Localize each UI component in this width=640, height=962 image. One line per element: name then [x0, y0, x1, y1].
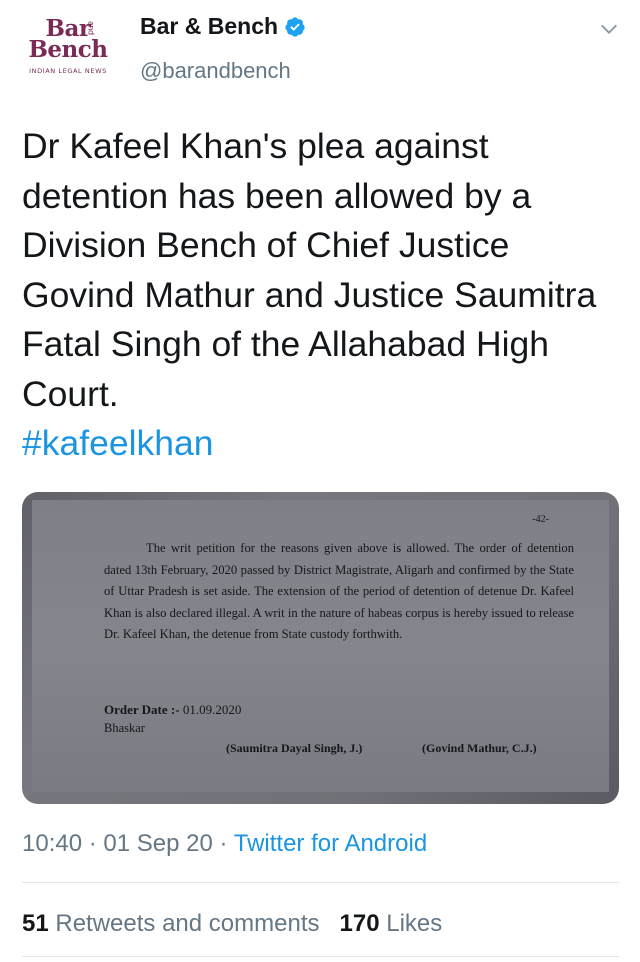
likes-count: 170 — [339, 910, 380, 937]
tweet-header: Bar and Bench INDIAN LEGAL NEWS Bar & Be… — [0, 0, 640, 100]
court-order-document: -42- The writ petition for the reasons g… — [32, 500, 609, 792]
retweets-label: Retweets and comments — [55, 910, 320, 937]
likes-label: Likes — [386, 910, 443, 937]
tweet-meta: 10:40 · 01 Sep 20 · Twitter for Android — [22, 830, 427, 858]
tweet-text: Dr Kafeel Khan's plea against detention … — [22, 122, 622, 469]
tweet-time[interactable]: 10:40 — [22, 830, 82, 857]
logo-and: and — [86, 21, 96, 35]
verified-badge-icon — [285, 16, 305, 37]
logo-tagline: INDIAN LEGAL NEWS — [29, 67, 107, 75]
chevron-down-icon[interactable] — [598, 18, 620, 40]
order-date-value: 01.09.2020 — [182, 702, 242, 717]
avatar[interactable]: Bar and Bench INDIAN LEGAL NEWS — [22, 14, 114, 80]
author-handle[interactable]: @barandbench — [140, 58, 291, 84]
signature-puisne-judge: (Saumitra Dayal Singh, J.) — [226, 741, 363, 755]
clerk-name: Bhaskar — [104, 721, 145, 735]
order-date: Order Date :- 01.09.2020 — [104, 702, 241, 718]
retweets-count: 51 — [22, 910, 49, 937]
tweet-stats: 51 Retweets and comments 170 Likes — [22, 910, 442, 938]
meta-separator: · — [88, 830, 97, 857]
meta-separator-2: · — [219, 830, 228, 857]
tweet-media-image[interactable]: -42- The writ petition for the reasons g… — [22, 492, 619, 804]
divider-bottom — [22, 956, 619, 957]
likes-stat[interactable]: 170 Likes — [340, 910, 443, 937]
divider — [22, 882, 619, 883]
author-name-text: Bar & Bench — [140, 13, 279, 39]
retweets-stat[interactable]: 51 Retweets and comments — [22, 910, 320, 937]
page-number: -42- — [532, 514, 549, 525]
order-date-label: Order Date :- — [104, 702, 180, 717]
signature-chief-justice: (Govind Mathur, C.J.) — [422, 741, 537, 755]
tweet-body: Dr Kafeel Khan's plea against detention … — [22, 126, 597, 414]
author-display-name[interactable]: Bar & Bench — [140, 13, 306, 40]
judgment-paragraph: The writ petition for the reasons given … — [104, 541, 574, 642]
tweet-date[interactable]: 01 Sep 20 — [103, 830, 212, 857]
hashtag-link[interactable]: #kafeelkhan — [22, 423, 213, 463]
tweet-source-link[interactable]: Twitter for Android — [234, 830, 427, 857]
logo-line-2: Bench — [28, 36, 108, 63]
logo-line-1: Bar and — [46, 17, 96, 40]
